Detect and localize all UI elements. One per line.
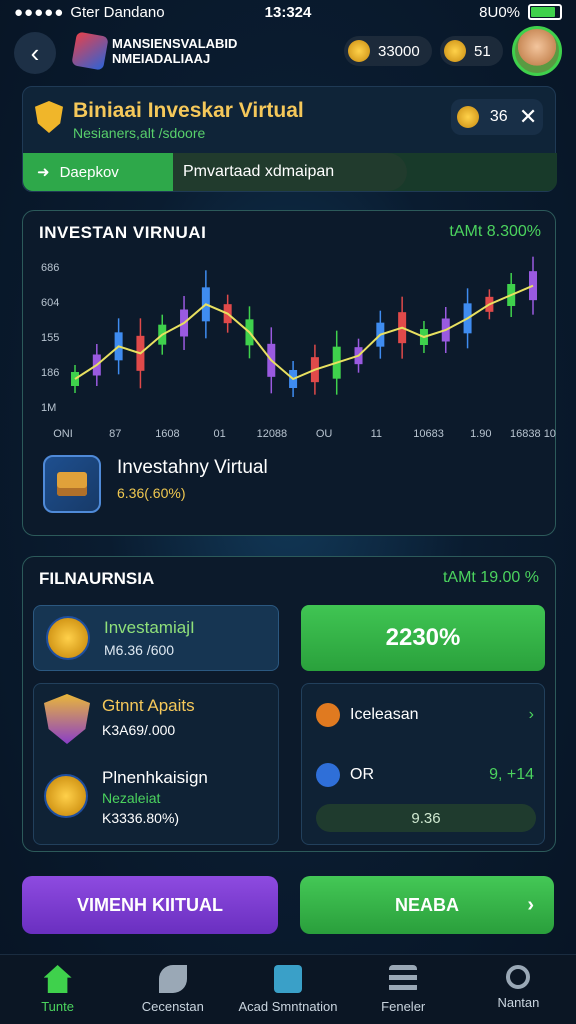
status-bar: ●●●●● Gter Dandano 13:324 8U0% bbox=[0, 0, 576, 24]
item-value: 6.36(.60%) bbox=[117, 485, 186, 501]
nav-label: Cecenstan bbox=[141, 999, 204, 1014]
list-icon bbox=[389, 965, 418, 993]
star-coin-icon bbox=[456, 106, 479, 128]
x-tick-label: 01 bbox=[214, 428, 226, 440]
card-icon bbox=[274, 965, 302, 993]
blue-dot-icon bbox=[316, 763, 340, 787]
next-label: NEABA bbox=[394, 894, 459, 915]
app-name: MANSIENSVALABID NMEIADALIAAJ bbox=[112, 36, 238, 66]
tab-deposit[interactable]: ➜ Daepkov bbox=[23, 153, 173, 191]
clock-coin-icon bbox=[46, 616, 90, 660]
x-tick-label: 16838 10 bbox=[510, 428, 556, 440]
nav-academy[interactable]: Acad Smntnation bbox=[230, 955, 345, 1024]
badge-value: 36 bbox=[489, 108, 508, 125]
coin-amount: 33000 bbox=[378, 42, 420, 60]
list-item[interactable]: Iceleasan › bbox=[316, 700, 534, 730]
chart-title: INVESTAN VIRNUAI bbox=[39, 223, 207, 242]
virtual-button[interactable]: VIMENH KIITUAL bbox=[22, 876, 278, 934]
chart-card: INVESTAN VIRNUAI tAMt 8.300% 1M 186 155 604… bbox=[22, 210, 556, 536]
gem-balance[interactable]: 51 bbox=[440, 36, 503, 66]
finance-title: FILNAURNSIA bbox=[39, 569, 155, 588]
list-label: OR bbox=[350, 766, 374, 783]
y-tick-label: 604 bbox=[41, 297, 59, 309]
bottom-nav: Tunte Cecenstan Acad Smntnation Feneler … bbox=[0, 954, 576, 1024]
nav-label: Nantan bbox=[497, 995, 540, 1010]
y-tick-label: 186 bbox=[41, 367, 59, 379]
search-icon bbox=[506, 965, 531, 989]
close-icon[interactable]: ✕ bbox=[519, 104, 537, 130]
candle-body bbox=[529, 271, 537, 301]
nav-label: Acad Smntnation bbox=[238, 999, 338, 1014]
avatar[interactable] bbox=[512, 26, 562, 76]
tab-bar: ➜ Daepkov Pmvartaad xdmaipan bbox=[23, 153, 557, 191]
item-name: Investahny Virtual bbox=[117, 457, 268, 478]
candlestick-chart[interactable]: 1M 186 155 604 686 ONI 87 1608 01 12088 OU 11 10683 1… bbox=[23, 247, 557, 447]
investment-box[interactable]: InvestamiajΙ M6.36 /600 bbox=[33, 605, 279, 671]
mini-value-bar[interactable]: 9.36 bbox=[316, 804, 536, 832]
x-tick-label: 10683 bbox=[413, 428, 444, 440]
nav-search[interactable]: Nantan bbox=[461, 955, 576, 1024]
achievements-box[interactable]: Gtnnt Apaits K3A69/.000 Plnenhkaisign Ne… bbox=[33, 683, 279, 845]
investment-value: M6.36 /600 bbox=[104, 642, 175, 658]
second-sub: Nezaleiat bbox=[102, 790, 161, 806]
nav-label: Feneler bbox=[381, 999, 426, 1014]
x-tick-label: 12088 bbox=[257, 428, 288, 440]
list-trail: 9, +14 bbox=[489, 766, 534, 783]
finance-card: FILNAURNSIA tAMt 19.00 % InvestamiajΙ M6… bbox=[22, 556, 556, 852]
orange-dot-icon bbox=[316, 703, 340, 727]
coin-icon bbox=[44, 774, 88, 818]
nav-feneler[interactable]: Feneler bbox=[346, 955, 461, 1024]
second-title: Plnenhkaisign bbox=[102, 768, 208, 787]
second-value: K3336.80%) bbox=[102, 810, 180, 826]
coin-balance[interactable]: 33000 bbox=[344, 36, 432, 66]
achievement-badge-icon bbox=[44, 694, 90, 744]
y-tick-label: 686 bbox=[41, 262, 59, 274]
nav-home[interactable]: Tunte bbox=[0, 955, 115, 1024]
leaf-icon bbox=[158, 965, 187, 993]
nav-cecenstan[interactable]: Cecenstan bbox=[115, 955, 230, 1024]
chest-icon bbox=[43, 455, 101, 513]
x-tick-label: 1608 bbox=[155, 428, 179, 440]
app-logo-icon bbox=[71, 31, 109, 71]
next-button[interactable]: NEABA › bbox=[300, 876, 554, 934]
app-header: ‹ MANSIENSVALABID NMEIADALIAAJ 33000 51 bbox=[0, 26, 576, 82]
finance-percent: tAMt 19.00 % bbox=[442, 569, 539, 586]
chart-percent: tAMt 8.300% bbox=[449, 223, 541, 240]
details-box: Iceleasan › OR 9, +14 9.36 bbox=[301, 683, 545, 845]
gem-amount: 51 bbox=[474, 42, 491, 60]
x-tick-label: 87 bbox=[109, 428, 121, 440]
page-title: Biniaai Inveskar Virtual bbox=[73, 99, 304, 122]
chevron-left-icon: ‹ bbox=[30, 37, 40, 68]
y-tick-label: 155 bbox=[41, 332, 59, 344]
list-item[interactable]: OR 9, +14 bbox=[316, 760, 534, 790]
home-icon bbox=[43, 965, 72, 993]
shield-icon bbox=[35, 101, 63, 133]
nav-label: Tunte bbox=[41, 999, 74, 1014]
chevron-right-icon: › bbox=[528, 706, 534, 723]
investment-item[interactable]: Investahny Virtual 6.36(.60%) bbox=[43, 451, 343, 517]
clock: 13:324 bbox=[264, 3, 312, 21]
x-tick-label: OU bbox=[316, 428, 333, 440]
tab-label: Daepkov bbox=[59, 163, 119, 181]
y-tick-label: 1M bbox=[41, 402, 56, 414]
page-subtitle: Nesianers,alt /sdoore bbox=[73, 125, 206, 141]
x-tick-label: 1.90 bbox=[470, 428, 491, 440]
percent-button[interactable]: 2230% bbox=[301, 605, 545, 671]
shield-coin-icon bbox=[348, 40, 370, 62]
list-label: Iceleasan bbox=[350, 706, 419, 723]
x-tick-label: 11 bbox=[371, 428, 382, 440]
achievement-value: K3A69/.000 bbox=[102, 722, 176, 738]
tab-private-info[interactable]: Pmvartaad xdmaipan bbox=[173, 153, 407, 191]
investment-label: InvestamiajΙ bbox=[104, 618, 195, 637]
title-card: Biniaai Inveskar Virtual Nesianers,alt /… bbox=[22, 86, 557, 192]
tab-label: Pmvartaad xdmaipan bbox=[183, 163, 335, 180]
reward-badge[interactable]: 36 ✕ bbox=[451, 99, 543, 135]
back-button[interactable]: ‹ bbox=[14, 32, 56, 74]
gold-coin-icon bbox=[444, 40, 466, 62]
achievement-title: Gtnnt Apaits bbox=[102, 696, 195, 715]
arrow-right-icon: ➜ bbox=[37, 164, 50, 181]
x-tick-label: ONI bbox=[53, 428, 73, 440]
chevron-right-icon: › bbox=[527, 893, 534, 916]
